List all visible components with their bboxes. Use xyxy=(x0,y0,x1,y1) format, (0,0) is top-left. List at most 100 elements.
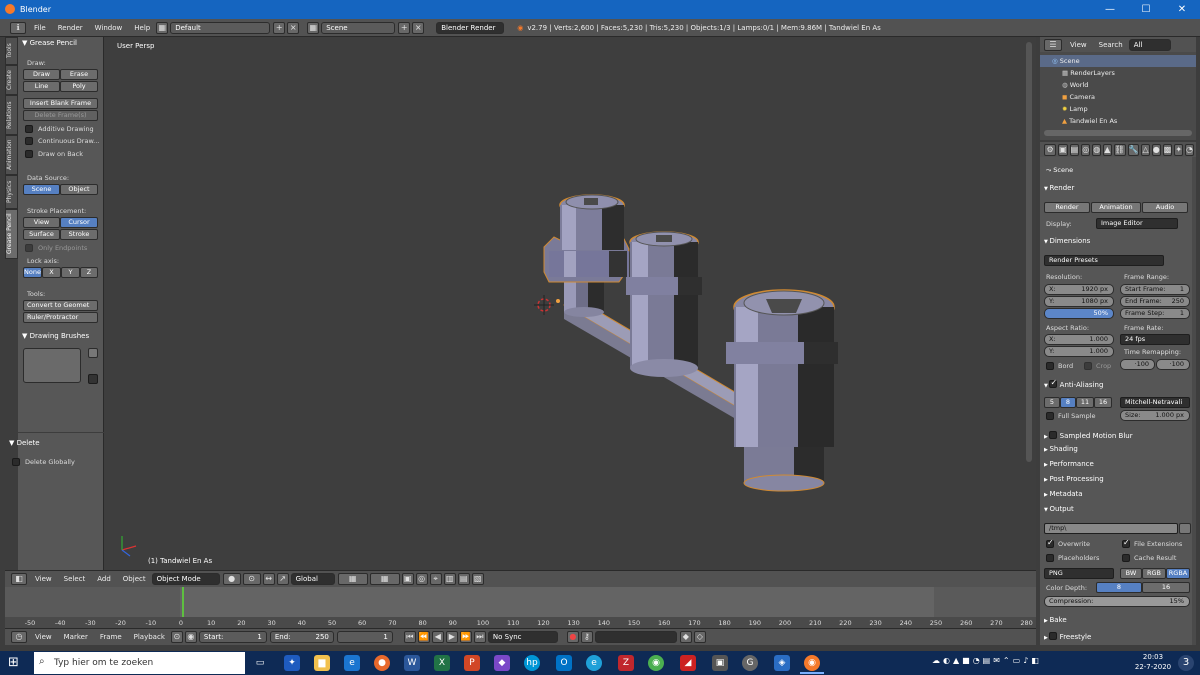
draw-button[interactable]: Draw xyxy=(23,69,60,80)
outliner-row-object[interactable]: ▲ Tandwiel En As xyxy=(1040,115,1196,127)
system-tray-icons[interactable]: ☁◐▲■◔▤✉⌃▭♪◧ xyxy=(932,656,1122,670)
outliner-row-world[interactable]: ◍ World xyxy=(1040,79,1196,91)
app-icon-g[interactable]: G xyxy=(742,655,758,671)
menu-help[interactable]: Help xyxy=(128,24,156,32)
constraints-tab-icon[interactable]: ⛓ xyxy=(1113,143,1126,156)
render-section-header[interactable]: Render xyxy=(1044,184,1074,192)
tab-relations[interactable]: Relations xyxy=(5,95,18,135)
opengl-anim-icon[interactable]: ▧ xyxy=(471,573,484,585)
close-button[interactable]: ✕ xyxy=(1164,0,1200,19)
current-frame-field[interactable]: 1 xyxy=(336,631,393,643)
vp-menu-view[interactable]: View xyxy=(29,575,58,583)
jump-end-button[interactable]: ⏭ xyxy=(473,631,486,643)
render-preview-icon[interactable]: ▣ xyxy=(401,573,414,585)
menu-window[interactable]: Window xyxy=(89,24,129,32)
tl-menu-playback[interactable]: Playback xyxy=(128,633,171,641)
notification-icon[interactable]: 3 xyxy=(1178,655,1194,671)
post-processing-section-header[interactable]: Post Processing xyxy=(1044,475,1103,483)
insert-keyframe-icon[interactable]: ◆ xyxy=(679,631,692,643)
translate-icon[interactable]: ↗ xyxy=(276,573,289,585)
add-scene-button[interactable]: + xyxy=(398,21,411,34)
dimensions-section-header[interactable]: Dimensions xyxy=(1044,237,1090,245)
shading-section-header[interactable]: Shading xyxy=(1044,445,1077,453)
erase-button[interactable]: Erase xyxy=(60,69,98,80)
jump-start-button[interactable]: ⏮ xyxy=(403,631,416,643)
remove-scene-button[interactable]: × xyxy=(412,21,425,34)
vp-menu-select[interactable]: Select xyxy=(58,575,92,583)
aa-samples-16[interactable]: 16 xyxy=(1094,397,1112,408)
aspect-y-field[interactable]: Y: 1.000 xyxy=(1044,346,1114,357)
tab-animation[interactable]: Animation xyxy=(5,135,18,175)
end-frame-field[interactable]: End: 250 xyxy=(269,631,334,643)
outliner-row-scene[interactable]: ◎ Scene xyxy=(1040,55,1196,67)
outliner-scrollbar[interactable] xyxy=(1044,130,1192,136)
render-presets-select[interactable]: Render Presets xyxy=(1044,255,1164,266)
outliner-search-menu[interactable]: Search xyxy=(1093,41,1129,49)
snap-icon[interactable]: ⌖ xyxy=(429,573,442,585)
menu-render[interactable]: Render xyxy=(52,24,89,32)
motion-blur-checkbox[interactable] xyxy=(1049,431,1058,439)
remove-layout-button[interactable]: × xyxy=(287,21,300,34)
start-frame-field[interactable]: Start: 1 xyxy=(198,631,267,643)
filezilla-icon[interactable]: Z xyxy=(618,655,634,671)
cache-result-checkbox[interactable] xyxy=(1122,554,1130,562)
line-button[interactable]: Line xyxy=(23,81,60,92)
add-layout-button[interactable]: + xyxy=(273,21,286,34)
placement-cursor-button[interactable]: Cursor xyxy=(60,217,98,228)
preview-toggle-icon[interactable]: ◉ xyxy=(184,631,197,643)
end-frame-field[interactable]: End Frame: 250 xyxy=(1120,296,1190,307)
minimize-button[interactable]: — xyxy=(1092,0,1128,19)
outlook-icon[interactable]: O xyxy=(556,655,572,671)
editor-type-icon[interactable]: ℹ xyxy=(10,21,26,34)
data-source-scene-button[interactable]: Scene xyxy=(23,184,60,195)
ruler-protractor-button[interactable]: Ruler/Protractor xyxy=(23,312,98,323)
maximize-button[interactable]: ☐ xyxy=(1128,0,1164,19)
resolution-percent-field[interactable]: 50% xyxy=(1044,308,1114,319)
scene-tab-icon[interactable]: ◎ xyxy=(1081,143,1091,156)
next-key-button[interactable]: ⏩ xyxy=(459,631,472,643)
app-icon-image[interactable]: ▣ xyxy=(712,655,728,671)
hp-icon[interactable]: hp xyxy=(524,655,540,671)
continuous-draw-checkbox[interactable] xyxy=(25,137,33,145)
aa-samples-11[interactable]: 11 xyxy=(1076,397,1094,408)
texture-tab-icon[interactable]: ▩ xyxy=(1162,143,1173,156)
file-extensions-checkbox[interactable] xyxy=(1122,538,1130,548)
word-icon[interactable]: W xyxy=(404,655,420,671)
taskbar-clock[interactable]: 20:03 22-7-2020 xyxy=(1130,652,1176,672)
properties-scrollbar[interactable] xyxy=(1192,157,1196,645)
audio-button[interactable]: Audio xyxy=(1142,202,1188,213)
data-source-object-button[interactable]: Object xyxy=(60,184,98,195)
delete-frames-button[interactable]: Delete Frame(s) xyxy=(23,110,98,121)
tab-physics[interactable]: Physics xyxy=(5,175,18,209)
layout-icon[interactable]: ▦ xyxy=(156,21,169,34)
color-bw-button[interactable]: BW xyxy=(1120,568,1142,579)
windows-start-icon[interactable]: ⊞ xyxy=(8,655,24,671)
scene-field[interactable]: Scene xyxy=(321,21,396,34)
depth-8-button[interactable]: 8 xyxy=(1096,582,1142,593)
placement-stroke-button[interactable]: Stroke xyxy=(60,229,98,240)
output-path-input[interactable]: /tmp\ xyxy=(1044,523,1178,534)
tab-create[interactable]: Create xyxy=(5,65,18,95)
world-tab-icon[interactable]: ◍ xyxy=(1092,143,1102,156)
material-tab-icon[interactable]: ● xyxy=(1151,143,1161,156)
render-tab-icon[interactable]: ▣ xyxy=(1058,143,1068,156)
delete-globally-checkbox[interactable] xyxy=(12,458,20,466)
render-button[interactable]: Render xyxy=(1044,202,1090,213)
orientation-select[interactable]: Global xyxy=(290,573,335,585)
anti-aliasing-section-header[interactable]: Anti-Aliasing xyxy=(1044,378,1103,389)
output-section-header[interactable]: Output xyxy=(1044,505,1073,513)
task-view-icon[interactable]: ▭ xyxy=(252,655,268,671)
chrome-icon[interactable]: ◉ xyxy=(648,655,664,671)
depth-16-button[interactable]: 16 xyxy=(1142,582,1190,593)
edge-legacy-icon[interactable]: e xyxy=(344,655,360,671)
proportional-edit-icon[interactable]: ◎ xyxy=(415,573,428,585)
snap-target-icon[interactable]: ▥ xyxy=(443,573,456,585)
animation-button[interactable]: Animation xyxy=(1091,202,1141,213)
placement-view-button[interactable]: View xyxy=(23,217,60,228)
record-button[interactable]: ● xyxy=(566,631,579,643)
file-explorer-icon[interactable]: ▆ xyxy=(314,655,330,671)
folder-browse-icon[interactable] xyxy=(1179,523,1191,534)
fps-select[interactable]: 24 fps xyxy=(1120,334,1190,345)
add-brush-icon[interactable] xyxy=(88,348,98,358)
color-rgba-button[interactable]: RGBA xyxy=(1166,568,1190,579)
